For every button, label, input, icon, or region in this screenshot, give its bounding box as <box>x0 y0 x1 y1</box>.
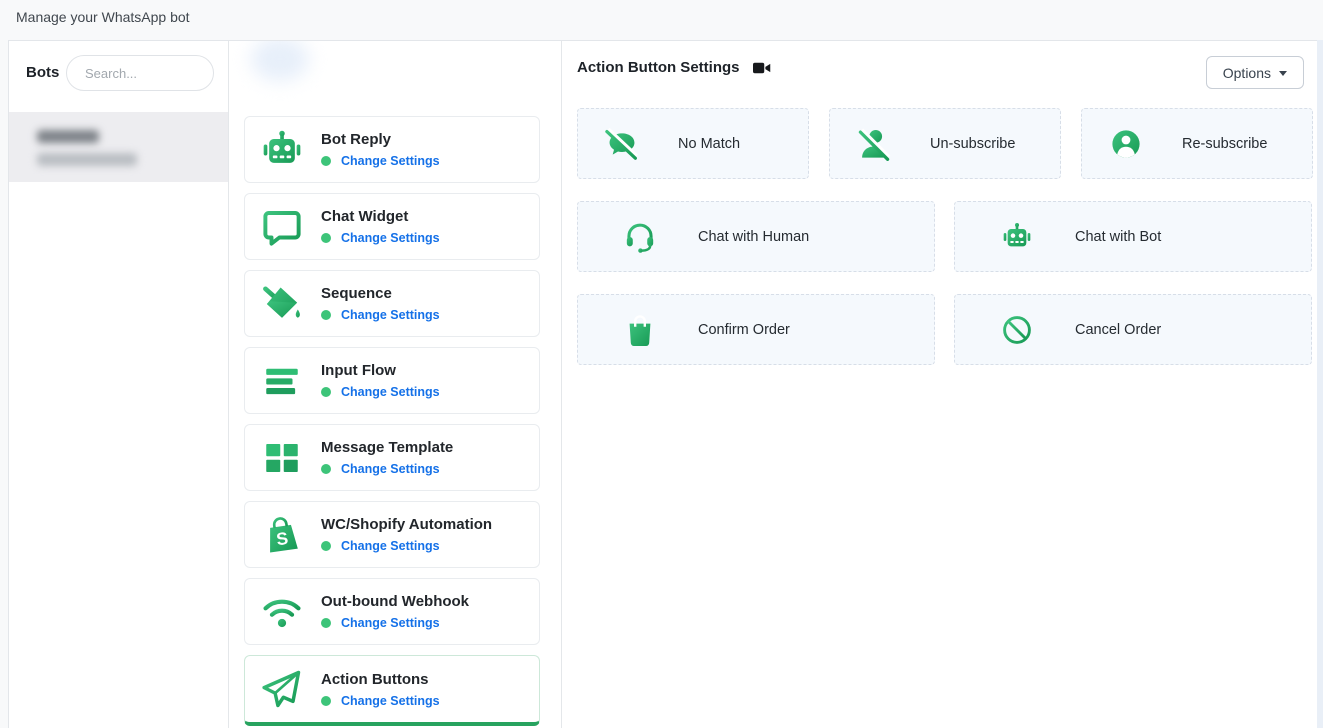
change-settings-link[interactable]: Change Settings <box>341 385 440 399</box>
bot-settings-column: Bot Reply Change Settings Chat Widget Ch… <box>229 41 562 728</box>
change-settings-link[interactable]: Change Settings <box>341 694 440 708</box>
settings-card-chat-widget[interactable]: Chat Widget Change Settings <box>244 193 540 260</box>
grid-icon <box>259 435 305 481</box>
ban-icon <box>999 312 1035 348</box>
action-button-label: Chat with Bot <box>1075 229 1161 245</box>
page-title: Manage your WhatsApp bot <box>16 9 190 25</box>
change-settings-link[interactable]: Change Settings <box>341 462 440 476</box>
redacted-avatar-blob <box>251 40 309 81</box>
change-settings-link[interactable]: Change Settings <box>341 308 440 322</box>
settings-card-title: Chat Widget <box>321 208 440 225</box>
bots-sidebar: Bots <box>9 41 229 728</box>
settings-card-action-buttons[interactable]: Action Buttons Change Settings <box>244 655 540 726</box>
robot-icon <box>259 127 305 173</box>
redacted-bot-phone <box>37 153 137 166</box>
user-slash-icon <box>856 126 892 162</box>
action-button-confirm-order[interactable]: Confirm Order <box>577 294 935 365</box>
chevron-down-icon <box>1279 71 1287 76</box>
sidebar-header: Bots <box>9 41 228 112</box>
action-button-cancel-order[interactable]: Cancel Order <box>954 294 1312 365</box>
options-dropdown-button[interactable]: Options <box>1206 56 1304 89</box>
settings-card-title: Input Flow <box>321 362 440 379</box>
fill-drip-icon <box>259 281 305 327</box>
video-camera-icon[interactable] <box>753 61 771 75</box>
status-dot <box>321 233 331 243</box>
change-settings-link[interactable]: Change Settings <box>341 539 440 553</box>
scrollbar-track[interactable] <box>1317 40 1323 728</box>
sidebar-title: Bots <box>26 64 59 81</box>
action-button-label: No Match <box>678 136 740 152</box>
settings-card-message-template[interactable]: Message Template Change Settings <box>244 424 540 491</box>
settings-card-title: Message Template <box>321 439 453 456</box>
status-dot <box>321 696 331 706</box>
action-button-chat-with-bot[interactable]: Chat with Bot <box>954 201 1312 272</box>
settings-card-title: Action Buttons <box>321 671 440 688</box>
settings-card-sequence[interactable]: Sequence Change Settings <box>244 270 540 337</box>
bot-search-input[interactable] <box>66 55 214 91</box>
change-settings-link[interactable]: Change Settings <box>341 231 440 245</box>
action-button-settings-panel: Action Button Settings Options No Ma <box>562 41 1317 728</box>
status-dot <box>321 618 331 628</box>
settings-card-title: Out-bound Webhook <box>321 593 469 610</box>
bars-icon <box>259 358 305 404</box>
status-dot <box>321 464 331 474</box>
redacted-bot-name <box>37 130 99 143</box>
settings-card-title: Sequence <box>321 285 440 302</box>
main-container: Bots Bot Reply Ch <box>8 40 1317 728</box>
action-button-label: Un-subscribe <box>930 136 1015 152</box>
change-settings-link[interactable]: Change Settings <box>341 616 440 630</box>
action-button-label: Confirm Order <box>698 322 790 338</box>
settings-card-input-flow[interactable]: Input Flow Change Settings <box>244 347 540 414</box>
paper-plane-icon <box>259 666 305 712</box>
user-circle-icon <box>1108 126 1144 162</box>
action-button-label: Cancel Order <box>1075 322 1161 338</box>
action-button-un-subscribe[interactable]: Un-subscribe <box>829 108 1061 179</box>
settings-card-bot-reply[interactable]: Bot Reply Change Settings <box>244 116 540 183</box>
robot-icon <box>999 219 1035 255</box>
settings-card-title: WC/Shopify Automation <box>321 516 492 533</box>
headset-icon <box>622 219 658 255</box>
selected-bot-list-item[interactable] <box>9 112 228 182</box>
shopping-bag-icon <box>622 312 658 348</box>
top-header-bar: Manage your WhatsApp bot <box>0 0 1323 40</box>
panel-title: Action Button Settings <box>577 59 739 76</box>
change-settings-link[interactable]: Change Settings <box>341 154 440 168</box>
settings-card-wc-shopify-automation[interactable]: S WC/Shopify Automation Change Settings <box>244 501 540 568</box>
options-label: Options <box>1223 65 1271 81</box>
action-button-label: Re-subscribe <box>1182 136 1267 152</box>
settings-card-title: Bot Reply <box>321 131 440 148</box>
status-dot <box>321 387 331 397</box>
wifi-icon <box>259 589 305 635</box>
status-dot <box>321 541 331 551</box>
action-button-chat-with-human[interactable]: Chat with Human <box>577 201 935 272</box>
action-button-re-subscribe[interactable]: Re-subscribe <box>1081 108 1313 179</box>
comment-slash-icon <box>604 126 640 162</box>
status-dot <box>321 156 331 166</box>
settings-card-outbound-webhook[interactable]: Out-bound Webhook Change Settings <box>244 578 540 645</box>
action-button-label: Chat with Human <box>698 229 809 245</box>
shopify-bag-icon: S <box>259 512 305 558</box>
chat-bubble-icon <box>259 204 305 250</box>
action-button-no-match[interactable]: No Match <box>577 108 809 179</box>
status-dot <box>321 310 331 320</box>
